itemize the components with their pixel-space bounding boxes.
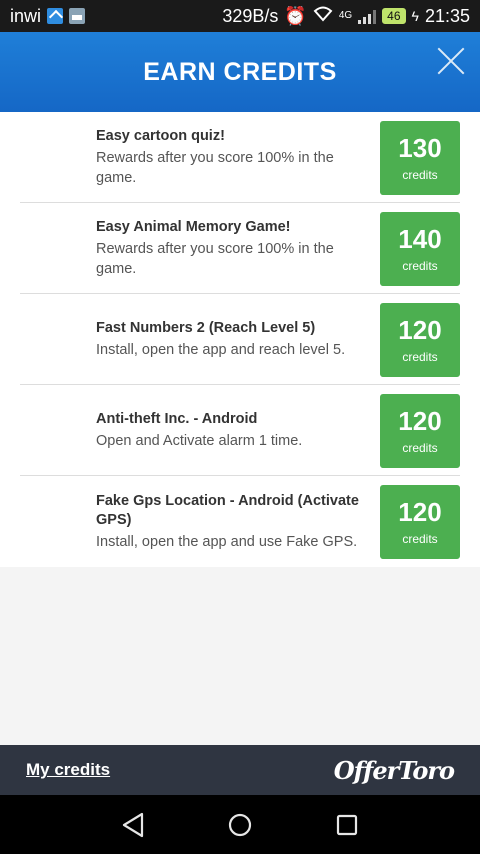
credit-value: 140 bbox=[398, 223, 442, 254]
back-triangle-icon[interactable] bbox=[113, 805, 153, 845]
offer-item[interactable]: Easy Animal Memory Game! Rewards after y… bbox=[0, 203, 480, 294]
carrier-name: inwi bbox=[10, 5, 42, 26]
credit-value: 120 bbox=[398, 314, 442, 345]
my-credits-link[interactable]: My credits bbox=[26, 760, 110, 780]
offer-item[interactable]: Fast Numbers 2 (Reach Level 5) Install, … bbox=[0, 294, 480, 385]
credit-unit: credits bbox=[402, 440, 438, 455]
header: EARN CREDITS bbox=[0, 32, 480, 112]
offer-title: Easy cartoon quiz! bbox=[96, 128, 225, 144]
offer-item[interactable]: Fake Gps Location - Android (Activate GP… bbox=[0, 476, 480, 567]
credit-unit: credits bbox=[402, 167, 438, 182]
footer: My credits OfferToro bbox=[0, 745, 480, 795]
credit-badge[interactable]: 140 credits bbox=[380, 211, 460, 286]
credit-unit: credits bbox=[402, 349, 438, 364]
home-circle-icon[interactable] bbox=[220, 805, 260, 845]
offer-title: Anti-theft Inc. - Android bbox=[96, 411, 258, 427]
clock: 21:35 bbox=[424, 5, 470, 26]
alarm-icon: ⏰ bbox=[284, 5, 307, 26]
offer-item[interactable]: Easy cartoon quiz! Rewards after you sco… bbox=[0, 112, 480, 203]
credit-value: 130 bbox=[398, 132, 442, 163]
offer-description: Install, open the app and reach level 5. bbox=[96, 342, 346, 358]
page-title: EARN CREDITS bbox=[143, 57, 337, 86]
offer-description: Rewards after you score 100% in the game… bbox=[96, 150, 334, 186]
android-nav-bar bbox=[0, 795, 480, 854]
offer-description: Rewards after you score 100% in the game… bbox=[96, 241, 334, 277]
credit-badge[interactable]: 120 credits bbox=[380, 302, 460, 377]
battery-icon: 46 bbox=[382, 8, 406, 24]
offer-item[interactable]: Anti-theft Inc. - Android Open and Activ… bbox=[0, 385, 480, 476]
credit-badge[interactable]: 120 credits bbox=[380, 484, 460, 559]
credit-badge[interactable]: 120 credits bbox=[380, 393, 460, 468]
network-speed: 329B/s bbox=[222, 5, 279, 26]
network-type: 4G bbox=[338, 9, 353, 21]
offer-title: Easy Animal Memory Game! bbox=[96, 219, 291, 235]
credit-value: 120 bbox=[398, 405, 442, 436]
app-notification-icon bbox=[47, 8, 64, 24]
charging-icon: ϟ bbox=[411, 8, 419, 24]
offer-description: Install, open the app and use Fake GPS. bbox=[96, 533, 358, 550]
close-icon[interactable] bbox=[436, 46, 466, 76]
offer-description: Open and Activate alarm 1 time. bbox=[96, 433, 303, 449]
status-bar: inwi 329B/s ⏰ 4G 46 ϟ 21:35 bbox=[0, 0, 480, 32]
image-notification-icon bbox=[69, 8, 86, 24]
offer-title: Fast Numbers 2 (Reach Level 5) bbox=[96, 320, 316, 336]
credit-unit: credits bbox=[402, 258, 438, 273]
credit-badge[interactable]: 130 credits bbox=[380, 120, 460, 195]
offer-list: Easy cartoon quiz! Rewards after you sco… bbox=[0, 112, 480, 567]
credit-value: 120 bbox=[398, 496, 442, 527]
signal-icon bbox=[358, 8, 377, 24]
offer-title: Fake Gps Location - Android (Activate GP… bbox=[96, 492, 359, 528]
credit-unit: credits bbox=[402, 531, 438, 546]
recents-square-icon[interactable] bbox=[327, 805, 367, 845]
wifi-icon bbox=[313, 6, 333, 27]
brand-logo: OfferToro bbox=[333, 755, 455, 785]
